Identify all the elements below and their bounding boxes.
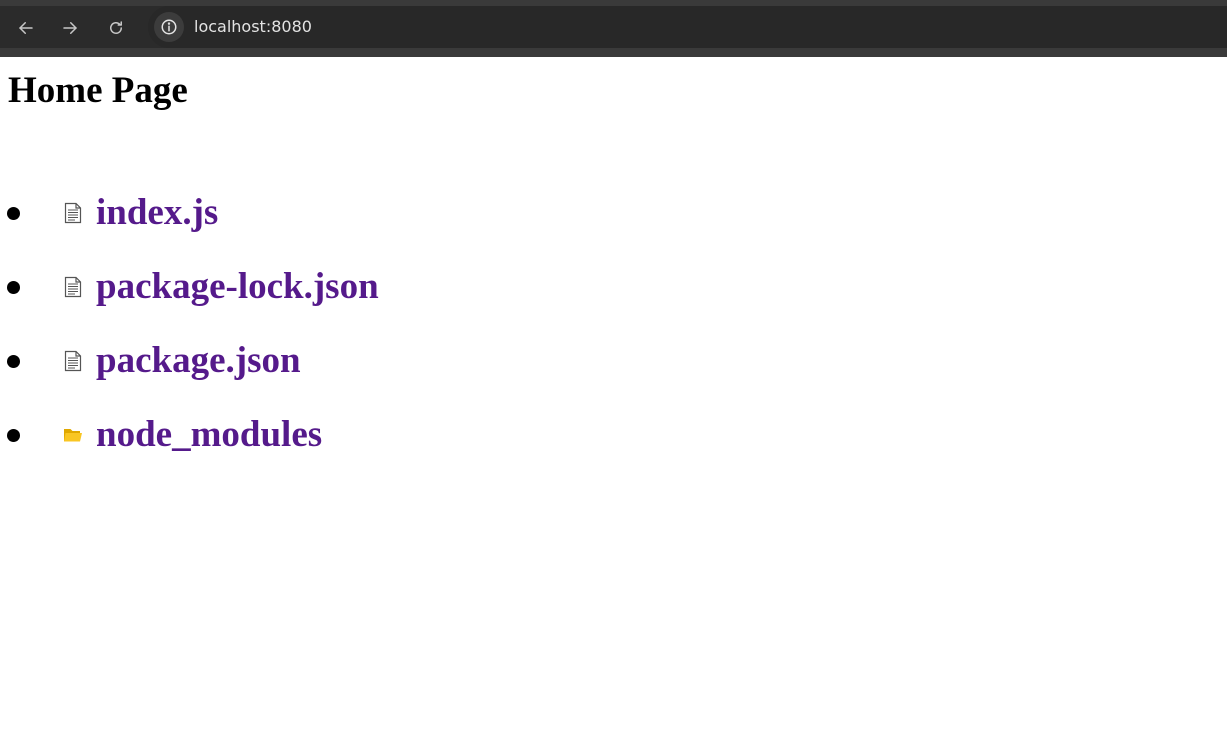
info-icon: [161, 19, 177, 35]
page-title: Home Page: [8, 70, 188, 111]
forward-button[interactable]: [54, 12, 86, 44]
page-content: Home Page index.js package-lock.json pac…: [0, 57, 1227, 752]
file-link-package-lock-json[interactable]: package-lock.json: [96, 259, 379, 315]
file-link-node-modules[interactable]: node_modules: [96, 407, 322, 463]
list-bullet: [7, 429, 20, 442]
back-button[interactable]: [10, 12, 42, 44]
url-text[interactable]: localhost:8080: [194, 17, 312, 36]
list-bullet: [7, 207, 20, 220]
list-bullet: [7, 355, 20, 368]
file-link-index-js[interactable]: index.js: [96, 185, 218, 241]
file-icon: [64, 202, 82, 224]
folder-icon: [64, 429, 82, 442]
reload-button[interactable]: [100, 12, 132, 44]
file-icon: [64, 350, 82, 372]
reload-icon: [110, 21, 122, 34]
arrow-right-icon: [63, 22, 77, 34]
browser-chrome: localhost:8080: [0, 0, 1227, 57]
address-bar[interactable]: localhost:8080: [148, 6, 1227, 48]
file-link-package-json[interactable]: package.json: [96, 333, 301, 389]
arrow-left-icon: [19, 22, 33, 34]
list-bullet: [7, 281, 20, 294]
site-info-button[interactable]: [154, 12, 184, 42]
file-icon: [64, 276, 82, 298]
browser-toolbar: localhost:8080: [0, 6, 1227, 48]
